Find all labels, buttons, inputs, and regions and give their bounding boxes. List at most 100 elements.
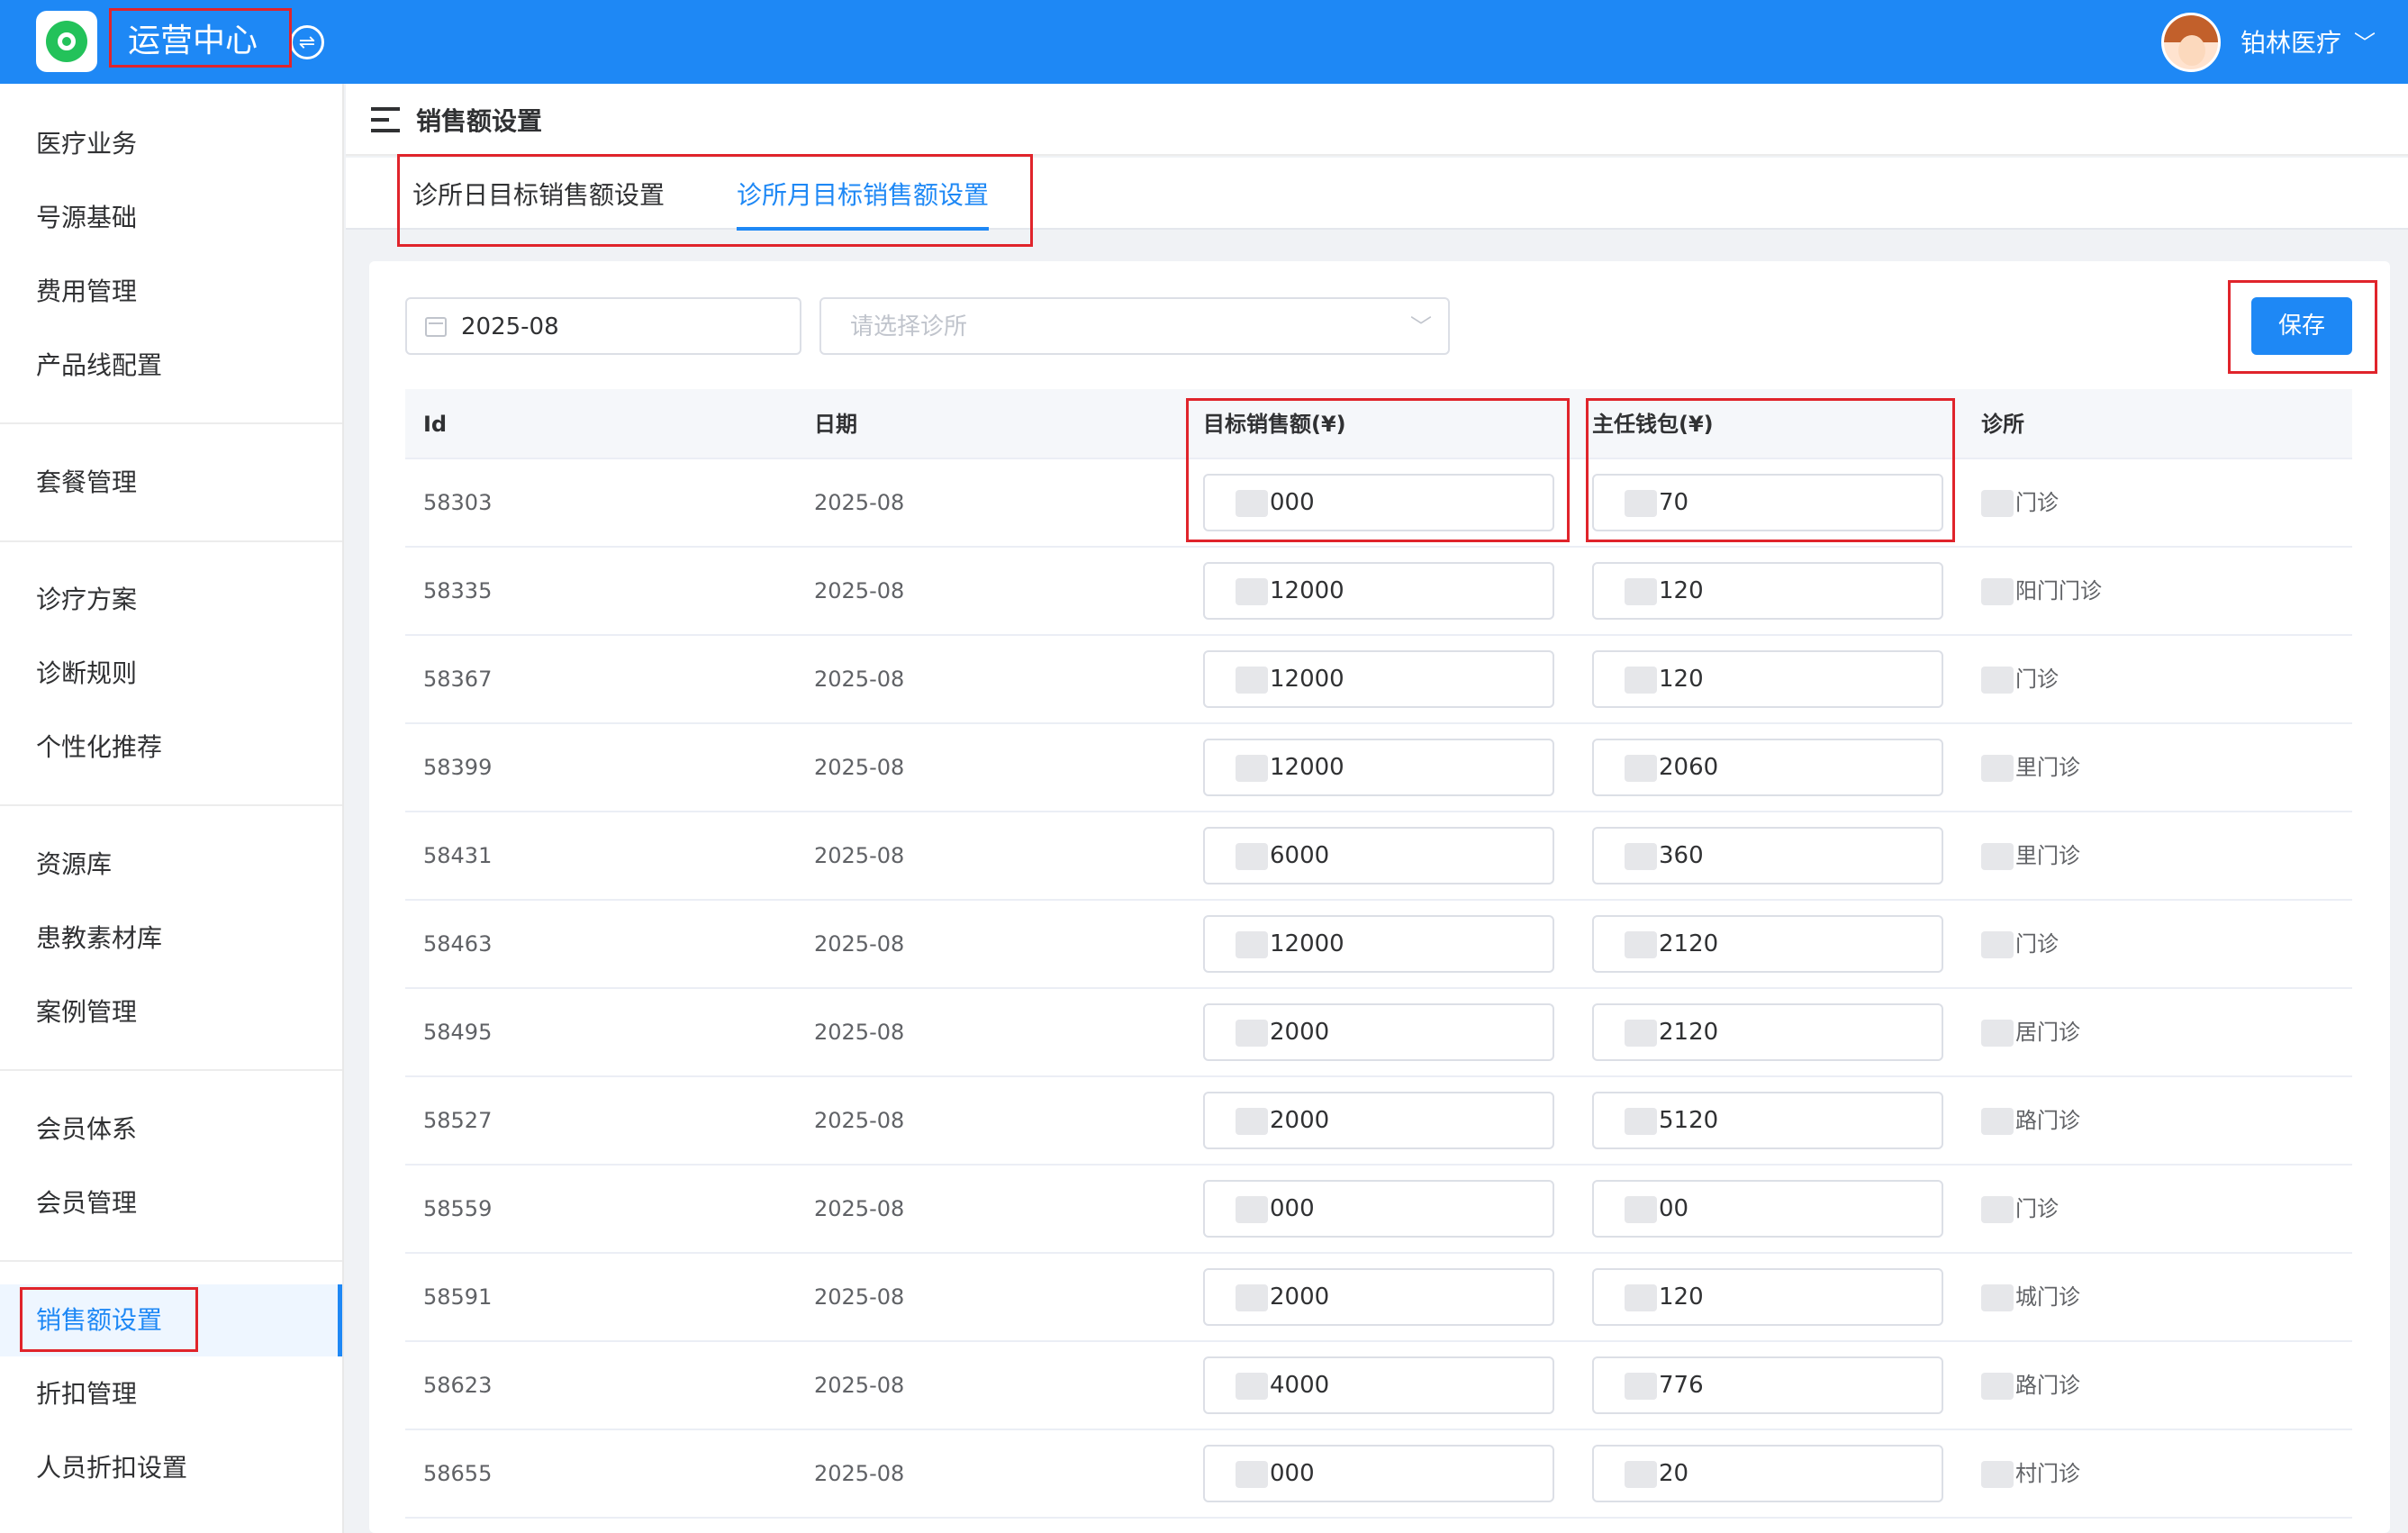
table-body: 58303 2025-08 000 70 门诊 58335 2025-08 12… bbox=[405, 459, 2352, 1519]
sidebar-item-product-line[interactable]: 产品线配置 bbox=[0, 330, 342, 402]
table-row: 58335 2025-08 12000 120 阳门门诊 bbox=[405, 548, 2352, 636]
target-sales-input[interactable]: 6000 bbox=[1203, 827, 1554, 884]
user-avatar[interactable] bbox=[2161, 13, 2221, 72]
director-wallet-input[interactable]: 20 bbox=[1592, 1445, 1943, 1502]
cell-clinic: 门诊 bbox=[1981, 1166, 2059, 1252]
cell-clinic: 门诊 bbox=[1981, 459, 2059, 546]
highlight-app-title bbox=[109, 8, 292, 68]
target-sales-value: 2000 bbox=[1270, 1107, 1330, 1134]
director-wallet-value: 2120 bbox=[1659, 930, 1719, 957]
chevron-down-icon: ﹀ bbox=[1410, 314, 1432, 340]
sidebar-item-medical-business[interactable]: 医疗业务 bbox=[0, 108, 342, 180]
director-wallet-value: 20 bbox=[1659, 1460, 1689, 1487]
column-header-id: Id bbox=[423, 412, 448, 437]
target-sales-input[interactable]: 12000 bbox=[1203, 915, 1554, 973]
target-sales-value: 12000 bbox=[1270, 666, 1344, 693]
director-wallet-input[interactable]: 360 bbox=[1592, 827, 1943, 884]
cell-clinic: 里门诊 bbox=[1981, 724, 2080, 811]
target-sales-value: 12000 bbox=[1270, 577, 1344, 604]
target-sales-input[interactable]: 2000 bbox=[1203, 1003, 1554, 1061]
target-sales-value: 12000 bbox=[1270, 754, 1344, 781]
highlight-target-sales-column bbox=[1186, 398, 1570, 542]
cell-clinic: 阳门门诊 bbox=[1981, 548, 2102, 634]
target-sales-input[interactable]: 2000 bbox=[1203, 1268, 1554, 1326]
cell-date: 2025-08 bbox=[814, 1284, 905, 1310]
cell-id: 58495 bbox=[423, 1020, 493, 1045]
sidebar-item-number-source[interactable]: 号源基础 bbox=[0, 182, 342, 254]
director-wallet-input[interactable]: 2060 bbox=[1592, 739, 1943, 796]
menu-fold-icon[interactable] bbox=[371, 107, 400, 132]
sidebar-item-treatment-plan[interactable]: 诊疗方案 bbox=[0, 564, 342, 636]
cell-id: 58527 bbox=[423, 1108, 493, 1133]
target-sales-input[interactable]: 000 bbox=[1203, 1180, 1554, 1238]
director-wallet-input[interactable]: 2120 bbox=[1592, 1003, 1943, 1061]
cell-date: 2025-08 bbox=[814, 1108, 905, 1133]
cell-id: 58335 bbox=[423, 578, 493, 603]
sidebar-item-membership-system[interactable]: 会员体系 bbox=[0, 1093, 342, 1166]
sidebar-item-resource-library[interactable]: 资源库 bbox=[0, 829, 342, 901]
cell-id: 58655 bbox=[423, 1461, 493, 1486]
cell-id: 58303 bbox=[423, 490, 493, 515]
cell-date: 2025-08 bbox=[814, 490, 905, 515]
director-wallet-input[interactable]: 120 bbox=[1592, 562, 1943, 620]
table-row: 58591 2025-08 2000 120 城门诊 bbox=[405, 1254, 2352, 1342]
sidebar-item-diagnosis-rules[interactable]: 诊断规则 bbox=[0, 638, 342, 710]
director-wallet-value: 2060 bbox=[1659, 754, 1719, 781]
user-name[interactable]: 铂林医疗 bbox=[2241, 25, 2341, 61]
table-row: 58655 2025-08 000 20 村门诊 bbox=[405, 1430, 2352, 1519]
director-wallet-value: 360 bbox=[1659, 842, 1704, 869]
target-sales-input[interactable]: 4000 bbox=[1203, 1356, 1554, 1414]
director-wallet-input[interactable]: 5120 bbox=[1592, 1092, 1943, 1149]
cell-clinic: 路门诊 bbox=[1981, 1077, 2080, 1164]
target-sales-input[interactable]: 12000 bbox=[1203, 562, 1554, 620]
chevron-down-icon[interactable]: ﹀ bbox=[2354, 25, 2376, 61]
cell-id: 58591 bbox=[423, 1284, 493, 1310]
sidebar-item-discount-management[interactable]: 折扣管理 bbox=[0, 1358, 342, 1430]
page-header: 销售额设置 bbox=[346, 84, 2408, 156]
target-sales-input[interactable]: 000 bbox=[1203, 1445, 1554, 1502]
director-wallet-value: 120 bbox=[1659, 1284, 1704, 1311]
director-wallet-value: 5120 bbox=[1659, 1107, 1719, 1134]
target-sales-value: 4000 bbox=[1270, 1372, 1330, 1399]
director-wallet-value: 2120 bbox=[1659, 1019, 1719, 1046]
director-wallet-value: 776 bbox=[1659, 1372, 1704, 1399]
director-wallet-input[interactable]: 2120 bbox=[1592, 915, 1943, 973]
target-sales-value: 12000 bbox=[1270, 930, 1344, 957]
table-row: 58399 2025-08 12000 2060 里门诊 bbox=[405, 724, 2352, 812]
column-header-date: 日期 bbox=[814, 412, 857, 437]
highlight-director-wallet-column bbox=[1586, 398, 1955, 542]
sidebar-item-patient-education[interactable]: 患教素材库 bbox=[0, 903, 342, 975]
director-wallet-input[interactable]: 120 bbox=[1592, 1268, 1943, 1326]
clinic-select-placeholder: 请选择诊所 bbox=[850, 313, 968, 340]
sidebar-item-personalized-recommend[interactable]: 个性化推荐 bbox=[0, 712, 342, 784]
table-row: 58431 2025-08 6000 360 里门诊 bbox=[405, 812, 2352, 901]
cell-id: 58463 bbox=[423, 931, 493, 957]
director-wallet-input[interactable]: 00 bbox=[1592, 1180, 1943, 1238]
cell-id: 58399 bbox=[423, 755, 493, 780]
target-sales-input[interactable]: 2000 bbox=[1203, 1092, 1554, 1149]
cell-clinic: 里门诊 bbox=[1981, 812, 2080, 899]
target-sales-value: 000 bbox=[1270, 1195, 1315, 1222]
cell-date: 2025-08 bbox=[814, 1020, 905, 1045]
sidebar-item-member-management[interactable]: 会员管理 bbox=[0, 1167, 342, 1239]
sidebar-item-package-management[interactable]: 套餐管理 bbox=[0, 447, 342, 519]
sidebar-item-case-management[interactable]: 案例管理 bbox=[0, 976, 342, 1048]
target-sales-input[interactable]: 12000 bbox=[1203, 739, 1554, 796]
sidebar-item-fee-management[interactable]: 费用管理 bbox=[0, 256, 342, 328]
cell-clinic: 居门诊 bbox=[1981, 989, 2080, 1075]
director-wallet-input[interactable]: 776 bbox=[1592, 1356, 1943, 1414]
director-wallet-value: 00 bbox=[1659, 1195, 1689, 1222]
cell-id: 58623 bbox=[423, 1373, 493, 1398]
table-row: 58559 2025-08 000 00 门诊 bbox=[405, 1166, 2352, 1254]
sidebar-item-staff-discount[interactable]: 人员折扣设置 bbox=[0, 1432, 342, 1504]
target-sales-value: 000 bbox=[1270, 1460, 1315, 1487]
table-row: 58495 2025-08 2000 2120 居门诊 bbox=[405, 989, 2352, 1077]
target-sales-input[interactable]: 12000 bbox=[1203, 650, 1554, 708]
switch-system-icon[interactable]: ⇌ bbox=[290, 25, 324, 59]
month-picker[interactable]: 2025-08 bbox=[405, 297, 801, 355]
cell-id: 58559 bbox=[423, 1196, 493, 1221]
director-wallet-input[interactable]: 120 bbox=[1592, 650, 1943, 708]
cell-date: 2025-08 bbox=[814, 1461, 905, 1486]
column-header-clinic: 诊所 bbox=[1981, 412, 2024, 437]
clinic-select[interactable]: 请选择诊所 ﹀ bbox=[819, 297, 1450, 355]
